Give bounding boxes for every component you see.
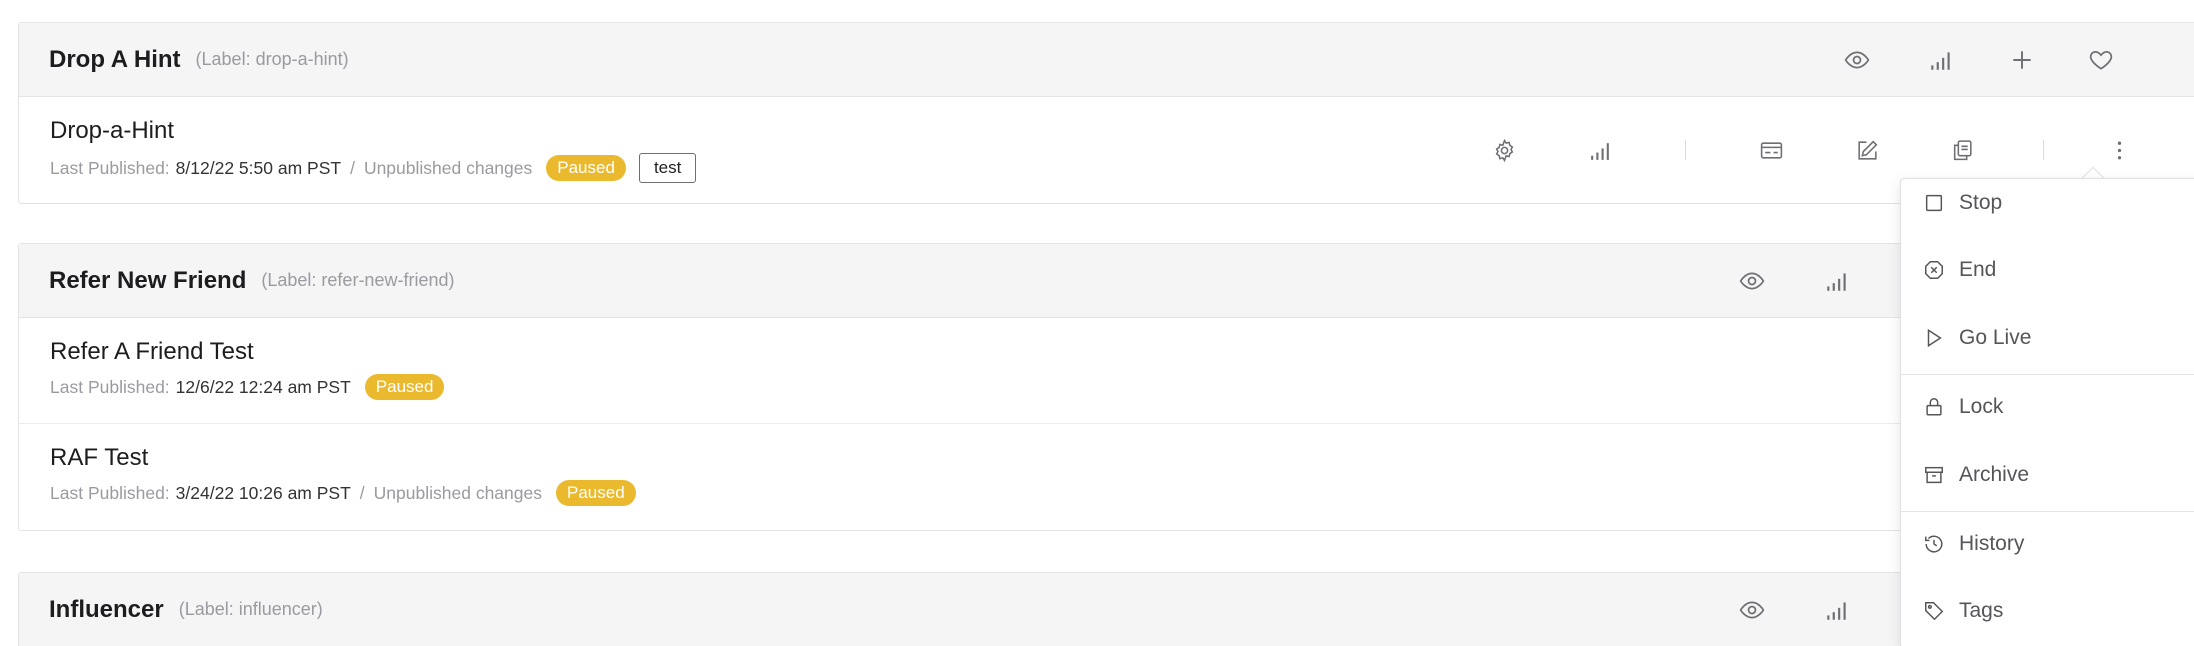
group-title: Influencer <box>49 595 164 623</box>
eye-icon[interactable] <box>1842 45 1872 75</box>
stop-square-icon <box>1925 194 1943 212</box>
menu-item-tags[interactable]: Tags <box>1901 591 2194 631</box>
x-octagon-icon <box>1925 261 1943 279</box>
campaign-group-refer-new-friend: Refer New Friend (Label: refer-new-frien… <box>18 243 2194 531</box>
group-label: (Label: influencer) <box>178 599 323 619</box>
campaign-group-drop-a-hint: Drop A Hint (Label: drop-a-hint) Drop-a-… <box>18 22 2194 204</box>
unpublished-changes: Unpublished changes <box>373 482 542 503</box>
group-label: (Label: refer-new-friend) <box>261 270 455 290</box>
menu-divider <box>1901 511 2194 512</box>
menu-divider <box>1901 374 2194 375</box>
card-icon[interactable] <box>1756 135 1786 165</box>
heart-icon[interactable] <box>2086 45 2116 75</box>
last-published-label: Last Published: <box>50 376 170 397</box>
campaign-group-influencer: Influencer (Label: influencer) <box>18 572 2194 646</box>
menu-item-go-live[interactable]: Go Live <box>1901 318 2194 358</box>
play-icon <box>1927 328 1942 348</box>
group-title: Drop A Hint <box>49 45 181 73</box>
lock-icon <box>1926 398 1942 416</box>
signal-bars-icon[interactable] <box>1926 45 1956 75</box>
actions-dropdown-menu: Stop End Go Live Lock Archive History Ta… <box>1900 178 2194 646</box>
menu-item-archive[interactable]: Archive <box>1901 455 2194 495</box>
menu-item-label: Stop <box>1959 191 2003 214</box>
campaign-name[interactable]: RAF Test <box>50 444 148 472</box>
meta-separator: / <box>359 482 365 503</box>
action-divider <box>2043 140 2044 160</box>
campaign-meta: Last Published: 8/12/22 5:50 am PST / Un… <box>50 153 697 183</box>
menu-item-history[interactable]: History <box>1901 524 2194 564</box>
copy-icon[interactable] <box>1947 135 1977 165</box>
campaign-meta: Last Published: 12/6/22 12:24 am PST Pau… <box>50 374 445 400</box>
last-published-date: 8/12/22 5:50 am PST <box>175 157 342 178</box>
group-header: Drop A Hint (Label: drop-a-hint) <box>19 23 2194 97</box>
signal-bars-icon[interactable] <box>1822 595 1852 625</box>
history-icon <box>1925 535 1943 553</box>
more-vertical-icon[interactable] <box>2104 135 2134 165</box>
menu-item-label: History <box>1959 532 2025 555</box>
campaign-meta: Last Published: 3/24/22 10:26 am PST / U… <box>50 480 636 506</box>
meta-separator: / <box>350 157 355 178</box>
eye-icon[interactable] <box>1737 595 1767 625</box>
archive-icon <box>1925 466 1943 484</box>
group-title: Refer New Friend <box>49 266 247 294</box>
menu-item-stop[interactable]: Stop <box>1901 183 2194 223</box>
edit-icon[interactable] <box>1852 135 1882 165</box>
campaign-name[interactable]: Refer A Friend Test <box>50 338 254 366</box>
menu-item-label: Go Live <box>1959 326 2032 349</box>
status-badge: Paused <box>364 374 445 400</box>
menu-item-label: Lock <box>1959 395 2004 418</box>
status-badge: Paused <box>556 480 636 506</box>
gear-icon[interactable] <box>1489 135 1519 165</box>
tag-icon <box>1925 602 1944 621</box>
group-label: (Label: drop-a-hint) <box>195 49 349 69</box>
action-divider <box>1685 140 1686 160</box>
campaign-row[interactable]: Refer A Friend Test Last Published: 12/6… <box>19 318 2194 424</box>
menu-item-label: Archive <box>1959 463 2030 486</box>
last-published-date: 12/6/22 12:24 am PST <box>175 376 351 397</box>
eye-icon[interactable] <box>1737 266 1767 296</box>
last-published-label: Last Published: <box>50 157 170 178</box>
menu-item-lock[interactable]: Lock <box>1901 387 2194 427</box>
unpublished-changes: Unpublished changes <box>363 157 533 178</box>
tag-badge[interactable]: test <box>638 153 697 183</box>
signal-bars-icon[interactable] <box>1822 266 1852 296</box>
campaign-row[interactable]: Drop-a-Hint Last Published: 8/12/22 5:50… <box>19 97 2194 203</box>
campaign-name[interactable]: Drop-a-Hint <box>50 117 174 145</box>
menu-item-label: End <box>1959 258 1997 281</box>
status-badge: Paused <box>546 155 626 181</box>
signal-bars-icon[interactable] <box>1585 135 1615 165</box>
group-header: Refer New Friend (Label: refer-new-frien… <box>19 244 2194 318</box>
plus-icon[interactable] <box>2007 45 2037 75</box>
menu-item-end[interactable]: End <box>1901 250 2194 290</box>
group-header: Influencer (Label: influencer) <box>19 573 2194 646</box>
campaign-row[interactable]: RAF Test Last Published: 3/24/22 10:26 a… <box>19 424 2194 530</box>
menu-item-label: Tags <box>1959 599 2004 622</box>
last-published-date: 3/24/22 10:26 am PST <box>175 482 351 503</box>
last-published-label: Last Published: <box>50 482 170 503</box>
